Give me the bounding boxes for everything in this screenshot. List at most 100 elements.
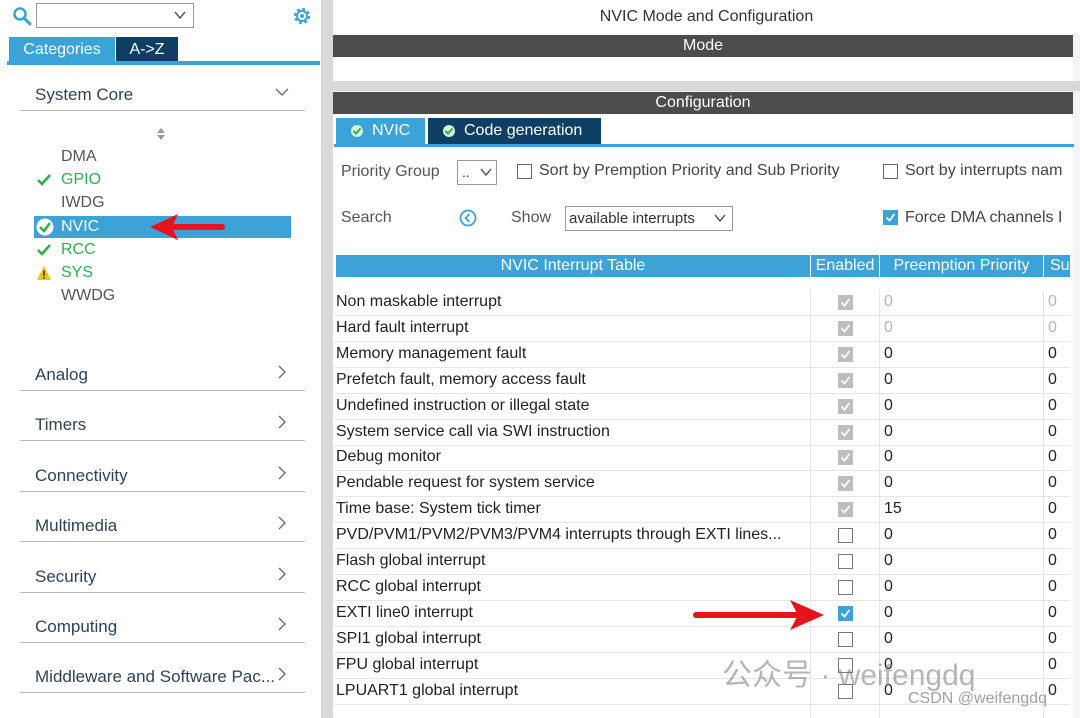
force-dma-label: Force DMA channels I [905, 209, 1063, 226]
sub-priority-cell[interactable]: 0 [1048, 448, 1057, 466]
category-label: Multimedia [35, 516, 118, 535]
configuration-header[interactable]: Configuration [333, 92, 1073, 114]
enabled-checkbox[interactable] [838, 528, 853, 544]
sidebar-item-gpio[interactable]: GPIO [34, 169, 291, 191]
table-row[interactable]: Memory management fault 0 0 [334, 342, 1070, 368]
enabled-checkbox[interactable] [838, 631, 853, 647]
sort-interrupts-checkbox[interactable] [883, 164, 898, 179]
enabled-checkbox [838, 398, 853, 414]
table-row[interactable]: Non maskable interrupt 0 0 [334, 290, 1070, 316]
preemption-priority-cell[interactable]: 0 [884, 578, 893, 596]
search-back-icon[interactable] [459, 209, 477, 227]
sub-priority-cell[interactable]: 0 [1048, 500, 1057, 518]
check-icon [840, 376, 851, 385]
preemption-priority-cell[interactable]: 0 [884, 630, 893, 648]
preemption-priority-cell[interactable]: 0 [884, 474, 893, 492]
interrupt-name: PVD/PVM1/PVM2/PVM3/PVM4 interrupts throu… [336, 526, 782, 544]
tab-categories[interactable]: Categories [9, 37, 115, 62]
category-timers[interactable]: Timers [20, 409, 305, 441]
sub-priority-cell[interactable]: 0 [1048, 526, 1057, 544]
preemption-priority-cell[interactable]: 0 [884, 526, 893, 544]
preemption-priority-cell[interactable]: 0 [884, 552, 893, 570]
category-multimedia[interactable]: Multimedia [20, 510, 305, 542]
preemption-priority-cell[interactable]: 15 [884, 500, 902, 518]
tab-code-generation[interactable]: Code generation [428, 118, 601, 144]
sidebar-item-label: DMA [61, 148, 97, 165]
enabled-checkbox [838, 424, 853, 440]
table-row[interactable]: Hard fault interrupt 0 0 [334, 316, 1070, 342]
chevron-right-icon [278, 466, 286, 480]
preemption-priority-cell[interactable]: 0 [884, 448, 893, 466]
table-row[interactable]: Debug monitor 0 0 [334, 445, 1070, 472]
sort-icon[interactable] [155, 126, 167, 142]
sidebar-item-sys[interactable]: SYS [34, 262, 291, 284]
table-row[interactable]: RCC global interrupt 0 0 [334, 575, 1070, 601]
sub-priority-cell[interactable]: 0 [1048, 423, 1057, 441]
sub-priority-cell[interactable]: 0 [1048, 682, 1057, 700]
column-header-sub-priority[interactable]: Su [1044, 255, 1070, 277]
column-header-preemption[interactable]: Preemption Priority [880, 255, 1043, 277]
category-analog[interactable]: Analog [20, 359, 305, 391]
table-row[interactable]: Time base: System tick timer 15 0 [334, 497, 1070, 524]
chevron-right-icon [278, 415, 286, 429]
mode-header[interactable]: Mode [333, 35, 1073, 57]
sidebar-item-rcc[interactable]: RCC [34, 239, 291, 261]
annotation-arrow-icon [150, 214, 225, 240]
table-row[interactable]: PVD/PVM1/PVM2/PVM3/PVM4 interrupts throu… [334, 523, 1070, 550]
sort-premption-label: Sort by Premption Priority and Sub Prior… [539, 162, 840, 179]
sub-priority-cell[interactable]: 0 [1048, 474, 1057, 492]
sub-priority-cell[interactable]: 0 [1048, 345, 1057, 363]
sidebar-item-iwdg[interactable]: IWDG [34, 192, 291, 214]
check-icon [840, 609, 851, 618]
category-label: Computing [35, 617, 118, 636]
sort-premption-checkbox[interactable] [517, 164, 532, 179]
sub-priority-cell[interactable]: 0 [1048, 397, 1057, 415]
preemption-priority-cell[interactable]: 0 [884, 345, 893, 363]
category-search-select[interactable] [36, 3, 194, 28]
sort-interrupts-label: Sort by interrupts nam [905, 162, 1063, 179]
sidebar-item-wwdg[interactable]: WWDG [34, 285, 291, 307]
table-row[interactable]: Pendable request for system service 0 0 [334, 471, 1070, 498]
category-middleware[interactable]: Middleware and Software Pac... [20, 661, 305, 693]
category-system-core[interactable]: System Core [20, 79, 305, 111]
table-row[interactable]: Undefined instruction or illegal state 0 0 [334, 394, 1070, 420]
preemption-priority-cell[interactable]: 0 [884, 371, 893, 389]
search-icon[interactable] [12, 6, 32, 26]
chevron-down-icon [714, 214, 726, 223]
enabled-checkbox [838, 502, 853, 518]
tab-a-to-z[interactable]: A->Z [116, 37, 178, 62]
category-connectivity[interactable]: Connectivity [20, 460, 305, 492]
sidebar-item-label: SYS [61, 264, 94, 281]
divider [333, 81, 1080, 91]
priority-group-select[interactable]: .. [457, 160, 497, 185]
table-row[interactable]: System service call via SWI instruction 0… [334, 420, 1070, 446]
table-row[interactable]: Prefetch fault, memory access fault 0 0 [334, 368, 1070, 394]
chevron-right-icon [278, 567, 286, 581]
sub-priority-cell[interactable]: 0 [1048, 371, 1057, 389]
enabled-checkbox [838, 372, 853, 388]
table-row[interactable]: Flash global interrupt 0 0 [334, 549, 1070, 575]
category-security[interactable]: Security [20, 561, 305, 593]
category-computing[interactable]: Computing [20, 611, 305, 643]
preemption-priority-cell[interactable]: 0 [884, 397, 893, 415]
enabled-checkbox[interactable] [838, 554, 853, 569]
column-header-enabled[interactable]: Enabled [811, 255, 879, 277]
sub-priority-cell[interactable]: 0 [1048, 656, 1057, 674]
enabled-checkbox[interactable] [838, 605, 853, 621]
force-dma-checkbox[interactable] [883, 210, 898, 225]
splitter[interactable] [322, 0, 333, 718]
column-header-name[interactable]: NVIC Interrupt Table [336, 255, 810, 277]
preemption-priority-cell[interactable]: 0 [884, 604, 893, 622]
sub-priority-cell[interactable]: 0 [1048, 604, 1057, 622]
sub-priority-cell[interactable]: 0 [1048, 578, 1057, 596]
show-select[interactable]: available interrupts [565, 206, 733, 231]
gear-icon[interactable] [290, 4, 314, 28]
sub-priority-cell[interactable]: 0 [1048, 630, 1057, 648]
sidebar-item-dma[interactable]: DMA [34, 146, 291, 168]
preemption-priority-cell[interactable]: 0 [884, 423, 893, 441]
check-icon [885, 213, 896, 222]
chevron-right-icon [278, 617, 286, 631]
tab-nvic[interactable]: NVIC [336, 118, 425, 144]
sub-priority-cell[interactable]: 0 [1048, 552, 1057, 570]
enabled-checkbox[interactable] [838, 579, 853, 595]
